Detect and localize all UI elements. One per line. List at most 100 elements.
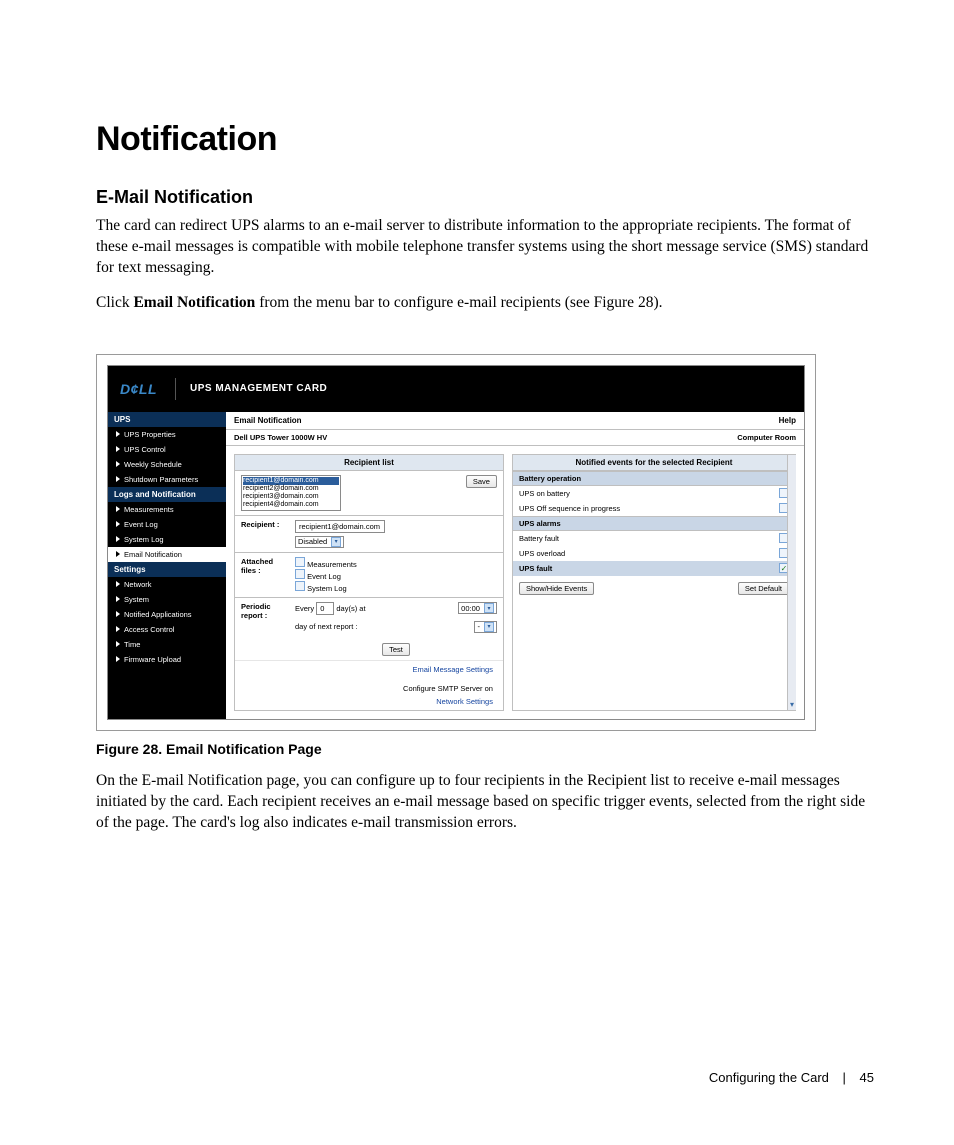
nav-weekly-schedule[interactable]: Weekly Schedule — [108, 457, 226, 472]
text: Every — [295, 604, 314, 613]
nav-label: System Log — [124, 535, 164, 544]
figure-caption: Figure 28. Email Notification Page — [96, 741, 874, 757]
category-battery: Battery operation — [513, 471, 795, 486]
show-hide-events-button[interactable]: Show/Hide Events — [519, 582, 594, 595]
caret-icon — [116, 460, 120, 469]
events-panel: Notified events for the selected Recipie… — [512, 454, 796, 711]
nav-label: Shutdown Parameters — [124, 475, 198, 484]
email-message-settings-link[interactable]: Email Message Settings — [413, 665, 493, 674]
page-number: 45 — [860, 1070, 874, 1085]
paragraph-instruction: Click Email Notification from the menu b… — [96, 293, 874, 314]
figure-container: D¢LL UPS MANAGEMENT CARD UPS UPS Propert… — [96, 354, 816, 731]
network-settings-link[interactable]: Network Settings — [436, 697, 493, 706]
nav-label: UPS Properties — [124, 430, 176, 439]
text: day of next report : — [295, 622, 358, 631]
device-name: Dell UPS Tower 1000W HV — [234, 433, 327, 442]
list-item[interactable]: recipient3@domain.com — [243, 493, 339, 501]
nav-system[interactable]: System — [108, 592, 226, 607]
test-button[interactable]: Test — [382, 643, 410, 656]
text: files : — [241, 566, 261, 575]
text: Attached — [241, 557, 273, 566]
nav-label: Access Control — [124, 625, 174, 634]
checkbox-label: Measurements — [307, 560, 357, 569]
event-row: UPS on battery — [513, 486, 795, 501]
paragraph-intro: The card can redirect UPS alarms to an e… — [96, 216, 874, 279]
caret-icon — [116, 640, 120, 649]
event-label: UPS overload — [519, 549, 565, 558]
list-item[interactable]: recipient4@domain.com — [243, 501, 339, 509]
periodic-time-select[interactable]: 00:00 ▾ — [458, 602, 497, 614]
nav-shutdown-params[interactable]: Shutdown Parameters — [108, 472, 226, 487]
scroll-down-icon[interactable]: ▾ — [790, 700, 794, 709]
caret-icon — [116, 505, 120, 514]
category-alarms: UPS alarms — [513, 516, 795, 531]
nav-label: Email Notification — [124, 550, 182, 559]
checkbox-label: System Log — [307, 584, 347, 593]
text: Periodic — [241, 602, 271, 611]
nav-access-control[interactable]: Access Control — [108, 622, 226, 637]
select-value: Disabled — [298, 537, 327, 546]
nav-label: Weekly Schedule — [124, 460, 182, 469]
nav-time[interactable]: Time — [108, 637, 226, 652]
caret-icon — [116, 625, 120, 634]
nav-section-logs: Logs and Notification — [108, 487, 226, 502]
caret-icon — [116, 520, 120, 529]
chevron-down-icon: ▾ — [484, 603, 494, 613]
periodic-days-input[interactable]: 0 — [316, 602, 334, 615]
main-panel: Email Notification Help Dell UPS Tower 1… — [226, 412, 804, 719]
recipient-listbox[interactable]: recipient1@domain.com recipient2@domain.… — [241, 475, 341, 511]
caret-icon — [116, 445, 120, 454]
help-link[interactable]: Help — [779, 416, 796, 425]
text: Click — [96, 294, 133, 311]
eventlog-checkbox[interactable] — [295, 569, 305, 579]
nav-measurements[interactable]: Measurements — [108, 502, 226, 517]
list-item[interactable]: recipient2@domain.com — [243, 485, 339, 493]
subsection-heading: E-Mail Notification — [96, 187, 874, 208]
nav-label: Firmware Upload — [124, 655, 181, 664]
event-row: Battery fault — [513, 531, 795, 546]
nav-email-notification[interactable]: Email Notification — [108, 547, 226, 562]
footer-section: Configuring the Card — [709, 1070, 829, 1085]
event-label: UPS on battery — [519, 489, 570, 498]
nav-ups-control[interactable]: UPS Control — [108, 442, 226, 457]
measurements-checkbox[interactable] — [295, 557, 305, 567]
nav-system-log[interactable]: System Log — [108, 532, 226, 547]
screenshot: D¢LL UPS MANAGEMENT CARD UPS UPS Propert… — [107, 365, 805, 720]
nav-event-log[interactable]: Event Log — [108, 517, 226, 532]
chevron-down-icon: ▾ — [484, 622, 494, 632]
nav-network[interactable]: Network — [108, 577, 226, 592]
systemlog-checkbox[interactable] — [295, 581, 305, 591]
select-value: - — [477, 622, 480, 631]
caret-icon — [116, 475, 120, 484]
attached-files-label: Attached files : — [241, 557, 289, 575]
nav-label: Measurements — [124, 505, 174, 514]
device-location: Computer Room — [737, 433, 796, 442]
recipient-status-select[interactable]: Disabled ▾ — [295, 536, 344, 548]
set-default-button[interactable]: Set Default — [738, 582, 789, 595]
save-button[interactable]: Save — [466, 475, 497, 488]
text: Configure SMTP Server on — [403, 684, 493, 693]
page-footer: Configuring the Card | 45 — [709, 1070, 874, 1085]
text: from the menu bar to configure e-mail re… — [255, 294, 662, 311]
section-heading: Notification — [96, 120, 874, 159]
nav-firmware-upload[interactable]: Firmware Upload — [108, 652, 226, 667]
nav-section-ups: UPS — [108, 412, 226, 427]
recipient-config-panel: Recipient list recipient1@domain.com rec… — [234, 454, 504, 711]
recipient-input[interactable]: recipient1@domain.com — [295, 520, 385, 533]
page-title: Email Notification — [234, 416, 302, 425]
app-header: D¢LL UPS MANAGEMENT CARD — [108, 366, 804, 412]
caret-icon — [116, 610, 120, 619]
nav-label: Event Log — [124, 520, 158, 529]
nav-label: Time — [124, 640, 140, 649]
list-item[interactable]: recipient1@domain.com — [243, 477, 339, 485]
nav-label: Notified Applications — [124, 610, 192, 619]
nav-notified-apps[interactable]: Notified Applications — [108, 607, 226, 622]
caret-icon — [116, 535, 120, 544]
next-report-select[interactable]: - ▾ — [474, 621, 497, 633]
event-row: UPS overload — [513, 546, 795, 561]
nav-label: System — [124, 595, 149, 604]
recipient-list-header: Recipient list — [235, 455, 503, 471]
text: day(s) at — [336, 604, 365, 613]
nav-ups-properties[interactable]: UPS Properties — [108, 427, 226, 442]
footer-separator: | — [843, 1070, 846, 1085]
